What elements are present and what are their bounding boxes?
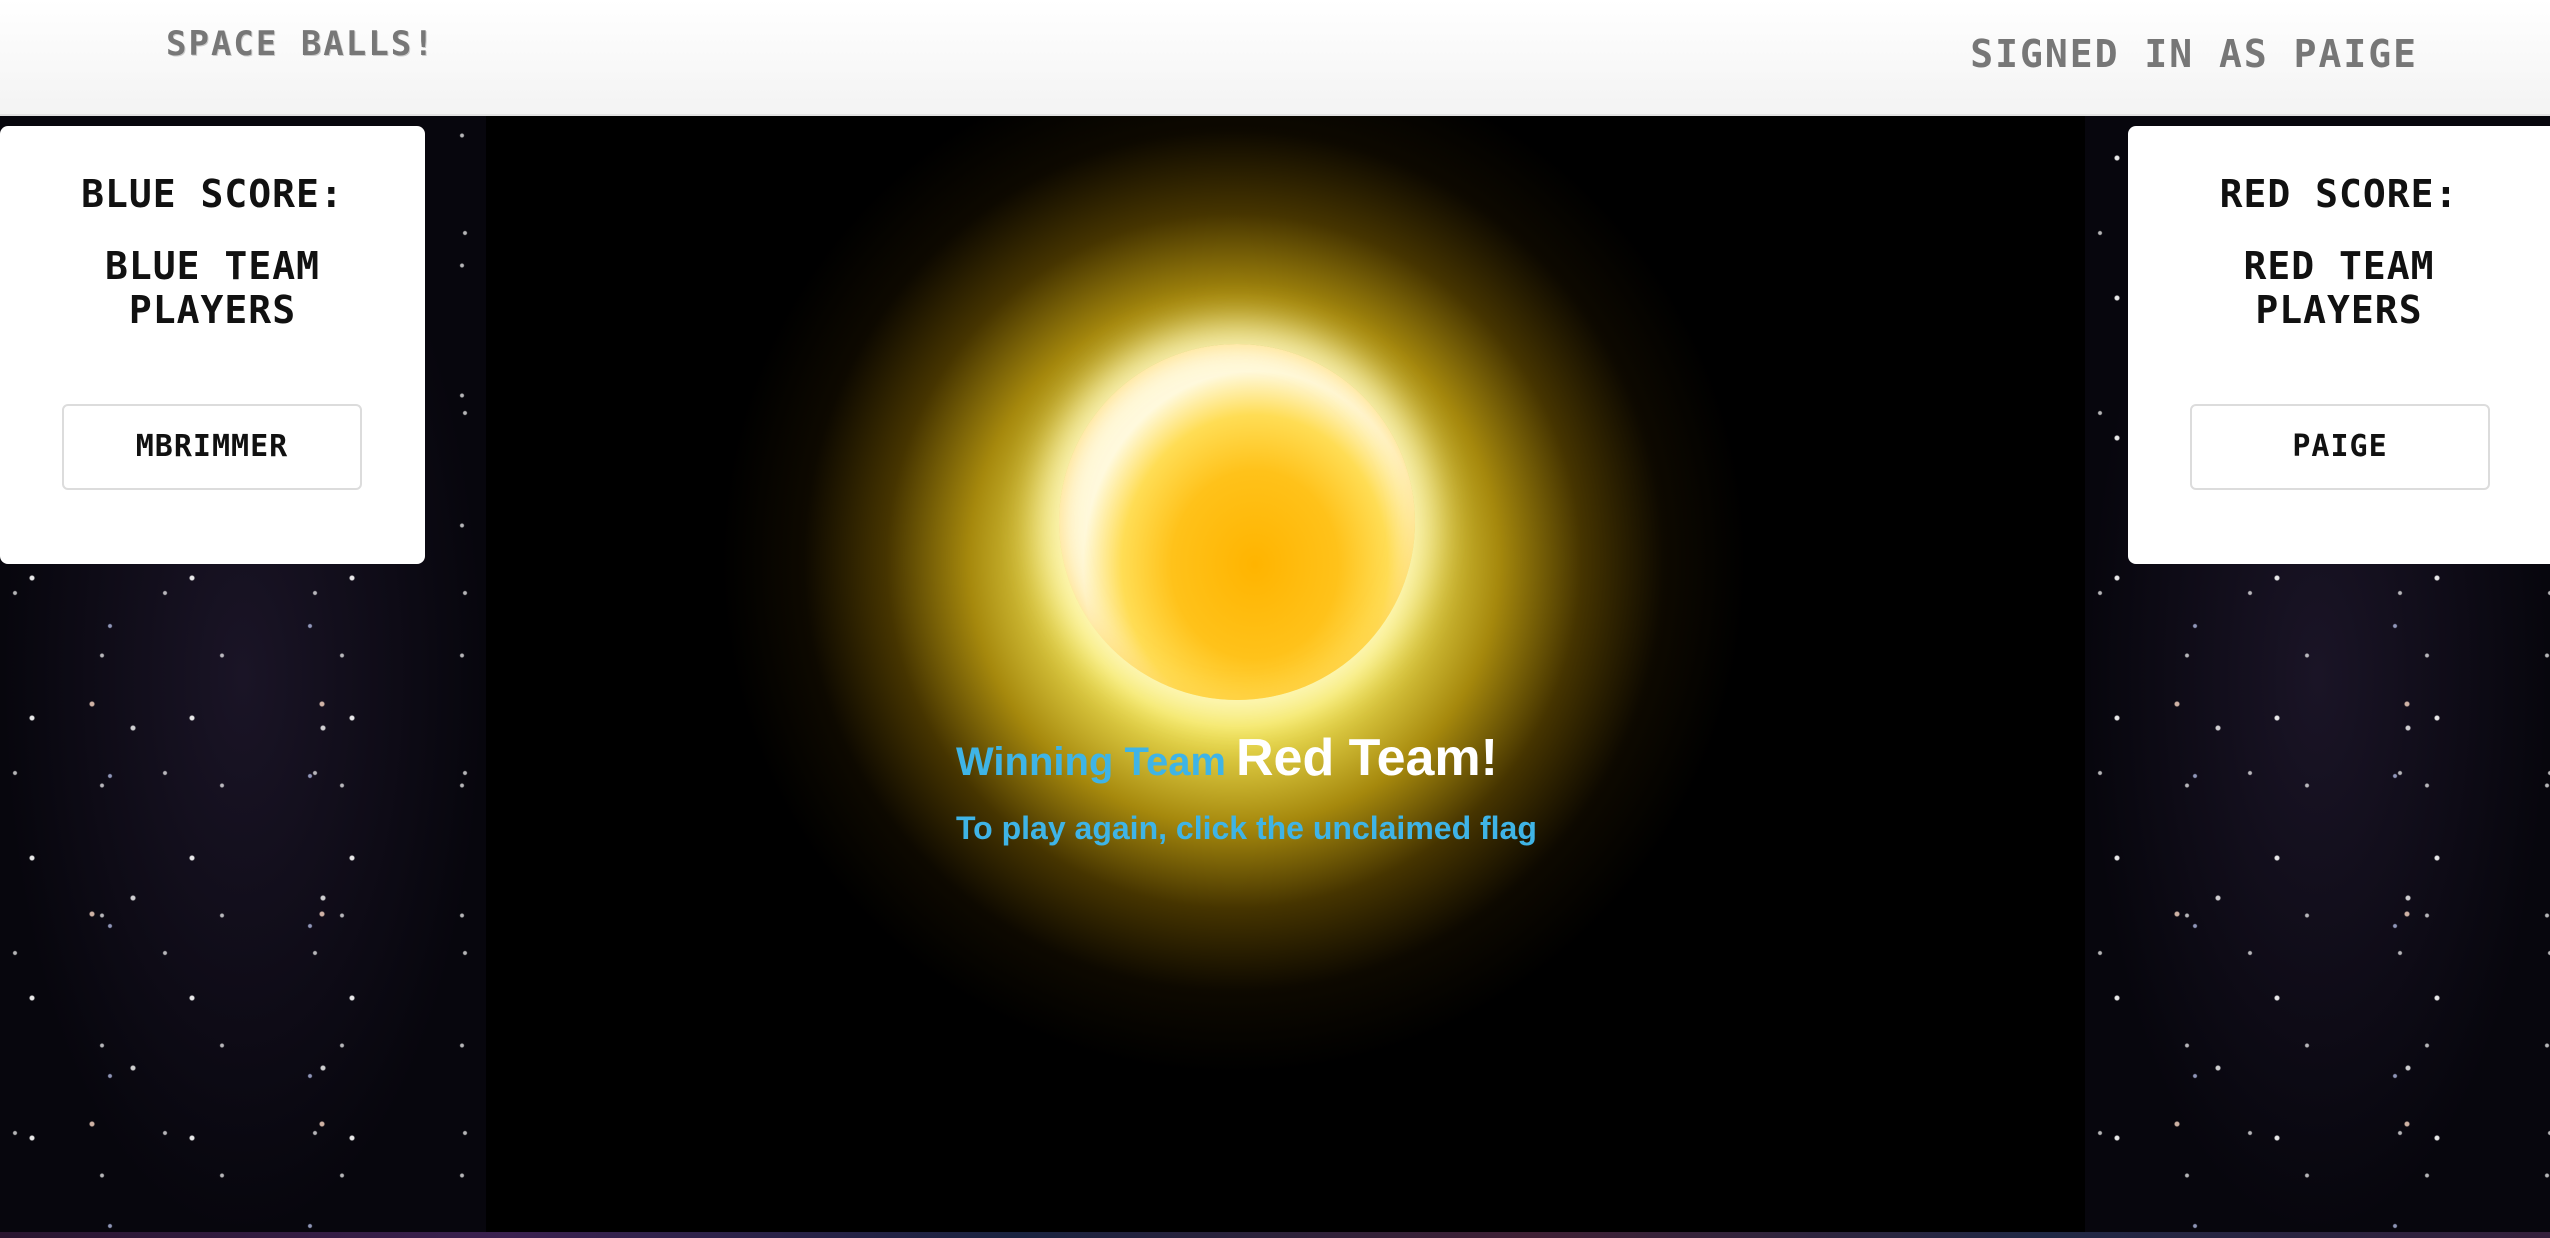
game-field[interactable]: Winning Team Red Team! To play again, cli…	[486, 116, 2085, 1232]
red-team-panel: Red Score: Red Team Players paige	[2128, 126, 2550, 564]
blue-score-label: Blue Score:	[81, 172, 344, 216]
red-player-chip[interactable]: paige	[2190, 404, 2490, 490]
blue-team-panel: Blue Score: Blue Team Players mbrimmer	[0, 126, 425, 564]
blue-player-chip[interactable]: mbrimmer	[62, 404, 362, 490]
red-team-players-title: Red Team Players	[2243, 244, 2435, 332]
bottom-strip	[0, 1232, 2550, 1238]
signed-in-status: Signed in as paige	[1970, 32, 2418, 76]
game-page: Space Balls! Signed in as paige Winning …	[0, 0, 2550, 1238]
brand-link[interactable]: Space Balls!	[166, 24, 436, 64]
winning-team-label: Winning Team	[956, 740, 1226, 784]
play-again-instruction: To play again, click the unclaimed flag	[956, 810, 1537, 846]
top-navbar: Space Balls! Signed in as paige	[0, 0, 2550, 116]
winning-team-message: Winning Team Red Team!	[956, 728, 1656, 788]
red-score-label: Red Score:	[2219, 172, 2459, 216]
blue-team-players-title: Blue Team Players	[105, 244, 320, 332]
winning-team-name: Red Team!	[1236, 729, 1498, 787]
space-ball	[1059, 344, 1415, 700]
